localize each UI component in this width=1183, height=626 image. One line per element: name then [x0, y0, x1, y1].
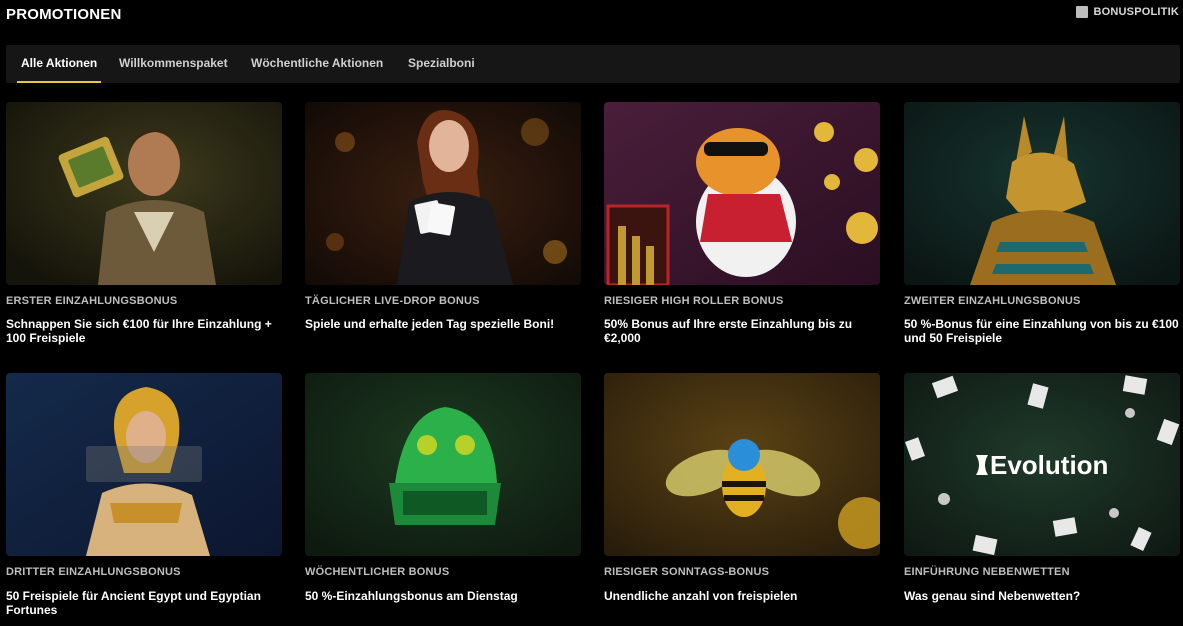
promo-description: Unendliche anzahl von freispielen — [604, 589, 798, 603]
promo-description: 50 Freispiele für Ancient Egypt und Egyp… — [6, 589, 261, 617]
promo-image: Evolution — [904, 373, 1180, 556]
promo-image — [604, 373, 880, 556]
bonus-policy-label: BONUSPOLITIK — [1093, 6, 1179, 18]
promo-category: WÖCHENTLICHER BONUS — [305, 566, 450, 578]
tab-woechentliche-aktionen[interactable]: Wöchentliche Aktionen — [251, 45, 383, 83]
promo-card-live-drop[interactable]: TÄGLICHER LIVE-DROP BONUS Spiele und erh… — [305, 102, 581, 331]
promo-category: RIESIGER SONNTAGS-BONUS — [604, 566, 770, 578]
promo-description: Was genau sind Nebenwetten? — [904, 589, 1081, 603]
promo-image — [904, 102, 1180, 285]
promo-category: TÄGLICHER LIVE-DROP BONUS — [305, 295, 480, 307]
promo-card-side-bets[interactable]: Evolution EINFÜHRUNG NEBENWETTEN Was gen… — [904, 373, 1180, 603]
promo-card-sunday[interactable]: RIESIGER SONNTAGS-BONUS Unendliche anzah… — [604, 373, 880, 603]
promo-category: ZWEITER EINZAHLUNGSBONUS — [904, 295, 1081, 307]
promo-image — [604, 102, 880, 285]
promo-card-second-deposit[interactable]: ZWEITER EINZAHLUNGSBONUS 50 %-Bonus für … — [904, 102, 1180, 345]
promo-description: Spiele und erhalte jeden Tag spezielle B… — [305, 317, 555, 331]
promo-description: Schnappen Sie sich €100 für Ihre Einzahl… — [6, 317, 272, 345]
promo-description: 50 %-Bonus für eine Einzahlung von bis z… — [904, 317, 1179, 345]
promo-card-third-deposit[interactable]: DRITTER EINZAHLUNGSBONUS 50 Freispiele f… — [6, 373, 282, 617]
promo-card-first-deposit[interactable]: ERSTER EINZAHLUNGSBONUS Schnappen Sie si… — [6, 102, 282, 345]
bonus-policy-link[interactable]: BONUSPOLITIK — [1076, 6, 1179, 18]
promo-description: 50% Bonus auf Ihre erste Einzahlung bis … — [604, 317, 853, 345]
tab-alle-aktionen[interactable]: Alle Aktionen — [16, 45, 102, 83]
top-bar: PROMOTIONEN BONUSPOLITIK — [0, 0, 1183, 30]
tab-willkommenspaket[interactable]: Willkommenspaket — [119, 45, 228, 83]
promotion-tabs: Alle Aktionen Willkommenspaket Wöchentli… — [6, 45, 1180, 83]
document-icon — [1076, 6, 1089, 18]
promo-image — [6, 102, 282, 285]
promo-card-high-roller[interactable]: RIESIGER HIGH ROLLER BONUS 50% Bonus auf… — [604, 102, 880, 345]
promo-category: DRITTER EINZAHLUNGSBONUS — [6, 566, 181, 578]
promo-category: EINFÜHRUNG NEBENWETTEN — [904, 566, 1070, 578]
promo-image — [6, 373, 282, 556]
evolution-logo: Evolution — [990, 450, 1108, 480]
promo-image — [305, 102, 581, 285]
promo-category: ERSTER EINZAHLUNGSBONUS — [6, 295, 178, 307]
promo-image — [305, 373, 581, 556]
tab-spezialboni[interactable]: Spezialboni — [408, 45, 475, 83]
promo-description: 50 %-Einzahlungsbonus am Dienstag — [305, 589, 518, 603]
promo-category: RIESIGER HIGH ROLLER BONUS — [604, 295, 784, 307]
page-title: PROMOTIONEN — [6, 6, 122, 23]
promo-card-weekly[interactable]: WÖCHENTLICHER BONUS 50 %-Einzahlungsbonu… — [305, 373, 581, 603]
